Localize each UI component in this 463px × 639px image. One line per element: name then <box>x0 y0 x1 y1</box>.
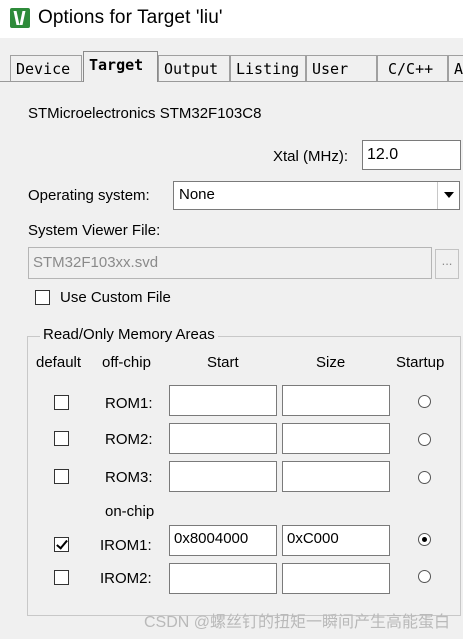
rom1-startup-radio[interactable] <box>418 395 431 408</box>
device-name: STMicroelectronics STM32F103C8 <box>28 105 262 122</box>
use-custom-file-label: Use Custom File <box>60 289 171 306</box>
tab-target[interactable]: Target <box>83 51 158 82</box>
irom2-size-input[interactable] <box>282 563 390 594</box>
irom1-label: IROM1: <box>100 537 152 554</box>
keil-uvision-icon <box>10 8 30 28</box>
os-select-value: None <box>179 186 215 203</box>
rom-group-title: Read/Only Memory Areas <box>40 326 218 343</box>
irom1-start-input[interactable]: 0x8004000 <box>169 525 277 556</box>
header-startup: Startup <box>396 354 445 371</box>
tab-listing[interactable]: Listing <box>230 55 306 81</box>
use-custom-file-checkbox[interactable] <box>35 290 50 305</box>
tab-user[interactable]: User <box>306 55 377 81</box>
irom2-startup-radio[interactable] <box>418 570 431 583</box>
window-title: Options for Target 'liu' <box>38 7 223 28</box>
rom2-start-input[interactable] <box>169 423 277 454</box>
tab-asm[interactable]: A <box>448 55 463 81</box>
sv-file-label: System Viewer File: <box>28 222 161 239</box>
tab-output[interactable]: Output <box>158 55 230 81</box>
rom1-label: ROM1: <box>105 395 153 412</box>
csdn-watermark: CSDN @螺丝钉的扭矩一瞬间产生高能蛋白 <box>143 614 450 631</box>
os-label: Operating system: <box>28 187 150 204</box>
irom2-start-input[interactable] <box>169 563 277 594</box>
rom1-size-input[interactable] <box>282 385 390 416</box>
rom3-startup-radio[interactable] <box>418 471 431 484</box>
onchip-label: on-chip <box>105 503 155 520</box>
xtal-label: Xtal (MHz): <box>273 148 348 165</box>
rom3-label: ROM3: <box>105 469 153 486</box>
sv-browse-button: ... <box>435 249 459 279</box>
irom2-label: IROM2: <box>100 570 152 587</box>
os-select[interactable]: None <box>173 181 460 210</box>
rom1-start-input[interactable] <box>169 385 277 416</box>
rom3-start-input[interactable] <box>169 461 277 492</box>
sv-file-input: STM32F103xx.svd <box>28 247 432 279</box>
tab-cpp[interactable]: C/C++ <box>377 55 448 81</box>
irom1-size-input[interactable]: 0xC000 <box>282 525 390 556</box>
tab-device[interactable]: Device <box>10 55 82 81</box>
xtal-input[interactable]: 12.0 <box>362 140 461 170</box>
irom1-default-checkbox[interactable] <box>54 537 69 552</box>
header-start: Start <box>207 354 239 371</box>
tab-strip: Device Target Output Listing User C/C++ … <box>0 51 463 82</box>
header-offchip: off-chip <box>102 354 151 371</box>
rom2-default-checkbox[interactable] <box>54 431 69 446</box>
title-bar: Options for Target 'liu' <box>0 0 463 38</box>
rom2-startup-radio[interactable] <box>418 433 431 446</box>
header-size: Size <box>316 354 346 371</box>
irom1-startup-radio[interactable] <box>418 533 431 546</box>
tab-divider <box>0 81 463 82</box>
rom2-size-input[interactable] <box>282 423 390 454</box>
rom2-label: ROM2: <box>105 431 153 448</box>
header-default: default <box>36 354 82 371</box>
dropdown-arrow-icon[interactable] <box>437 182 459 209</box>
rom3-default-checkbox[interactable] <box>54 469 69 484</box>
irom2-default-checkbox[interactable] <box>54 570 69 585</box>
rom3-size-input[interactable] <box>282 461 390 492</box>
rom1-default-checkbox[interactable] <box>54 395 69 410</box>
